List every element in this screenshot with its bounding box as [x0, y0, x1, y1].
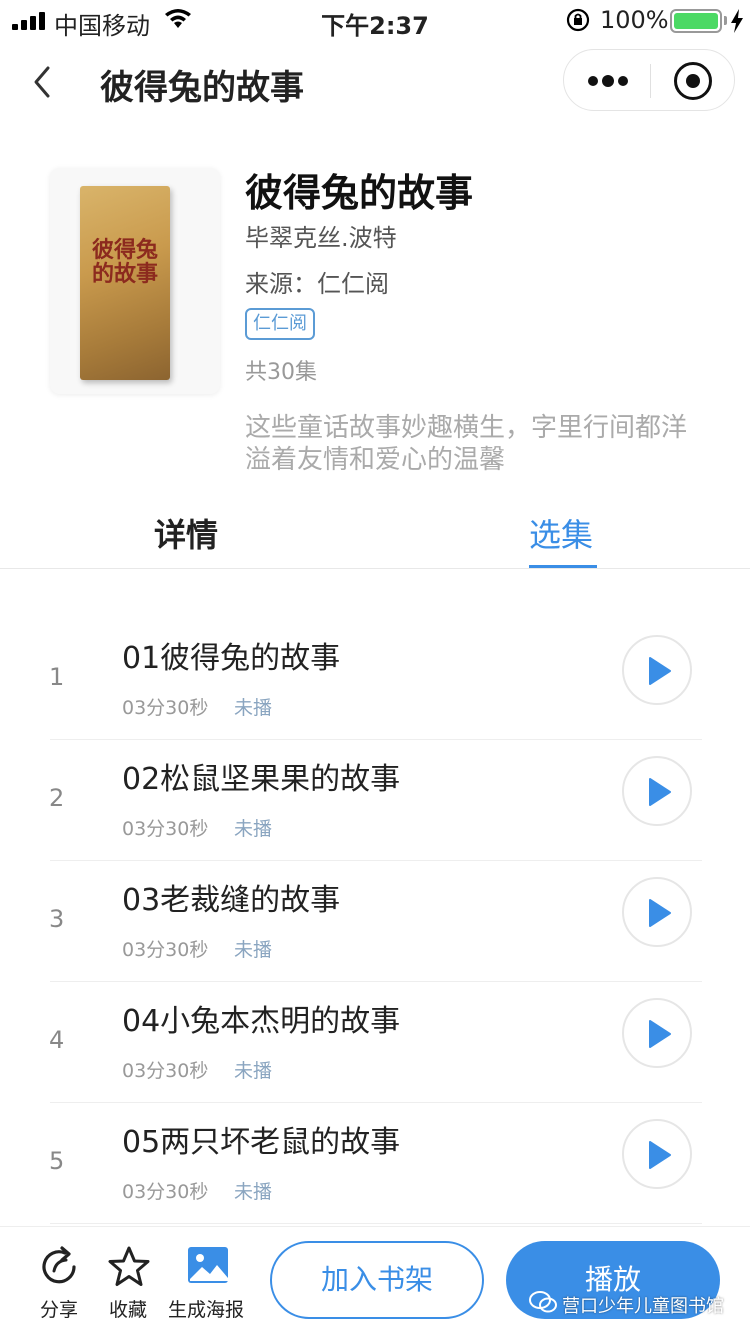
poster-image-icon[interactable] [186, 1245, 230, 1285]
play-icon [649, 1020, 671, 1048]
episode-title: 04小兔本杰明的故事 [122, 1004, 401, 1039]
episode-status: 未播 [234, 1060, 273, 1082]
book-author: 毕翠克丝.波特 [245, 224, 397, 252]
share-icon[interactable] [38, 1245, 82, 1289]
miniprogram-capsule [563, 49, 735, 111]
episode-title: 03老裁缝的故事 [122, 883, 341, 918]
episode-row[interactable]: 4 04小兔本杰明的故事 03分30秒 未播 [0, 982, 750, 1103]
rotation-lock-icon [566, 8, 590, 32]
episode-index: 2 [49, 784, 65, 812]
play-icon [649, 899, 671, 927]
episode-title: 01彼得兔的故事 [122, 641, 341, 676]
page-title: 彼得兔的故事 [100, 68, 304, 108]
episode-status: 未播 [234, 939, 273, 961]
star-icon[interactable] [106, 1245, 152, 1289]
book-cover-card: 彼得兔的故事 [50, 168, 220, 394]
episode-duration: 03分30秒 [122, 1060, 209, 1082]
add-to-shelf-button[interactable]: 加入书架 [270, 1241, 484, 1319]
battery-percent: 100% [600, 6, 669, 34]
book-cover-image: 彼得兔的故事 [80, 186, 170, 380]
poster-label[interactable]: 生成海报 [168, 1295, 244, 1322]
charging-icon [731, 9, 743, 33]
favorite-label[interactable]: 收藏 [109, 1295, 147, 1322]
wechat-icon [529, 1291, 557, 1313]
episode-duration: 03分30秒 [122, 818, 209, 840]
episode-index: 4 [49, 1026, 65, 1054]
book-description: 这些童话故事妙趣横生，字里行间都洋溢着友情和爱心的温馨 [245, 413, 688, 475]
episode-title: 02松鼠坚果果的故事 [122, 762, 401, 797]
tab-episodes[interactable]: 选集 [529, 510, 593, 556]
cover-title: 彼得兔的故事 [91, 237, 158, 287]
battery-icon [670, 9, 722, 33]
more-icon[interactable] [588, 72, 628, 90]
episode-index: 5 [49, 1147, 65, 1175]
close-miniprogram-icon[interactable] [674, 62, 712, 100]
episode-status: 未播 [234, 818, 273, 840]
episode-row[interactable]: 2 02松鼠坚果果的故事 03分30秒 未播 [0, 740, 750, 861]
play-button[interactable] [622, 756, 692, 826]
tab-details[interactable]: 详情 [154, 510, 218, 556]
episode-duration: 03分30秒 [122, 1181, 209, 1203]
episode-duration: 03分30秒 [122, 697, 209, 719]
status-bar: 中国移动 下午2:37 100% [0, 0, 750, 40]
back-icon[interactable] [26, 62, 66, 102]
book-title: 彼得兔的故事 [245, 171, 474, 215]
book-source: 来源：仁仁阅 [245, 270, 389, 298]
source-tag[interactable]: 仁仁阅 [245, 308, 315, 340]
play-button[interactable] [622, 877, 692, 947]
episode-title: 05两只坏老鼠的故事 [122, 1125, 401, 1160]
play-button[interactable] [622, 635, 692, 705]
episode-row[interactable]: 5 05两只坏老鼠的故事 03分30秒 未播 [0, 1103, 750, 1224]
divider [0, 568, 750, 569]
play-icon [649, 1141, 671, 1169]
episode-status: 未播 [234, 697, 273, 719]
episode-count: 共30集 [245, 360, 317, 385]
play-icon [649, 657, 671, 685]
episode-duration: 03分30秒 [122, 939, 209, 961]
episode-index: 1 [49, 663, 65, 691]
episode-status: 未播 [234, 1181, 273, 1203]
play-button[interactable] [622, 998, 692, 1068]
episode-index: 3 [49, 905, 65, 933]
play-icon [649, 778, 671, 806]
play-button[interactable] [622, 1119, 692, 1189]
watermark-text: 营口少年儿童图书馆 [562, 1296, 724, 1317]
episode-row[interactable]: 3 03老裁缝的故事 03分30秒 未播 [0, 861, 750, 982]
episode-row[interactable]: 1 01彼得兔的故事 03分30秒 未播 [0, 619, 750, 740]
share-label[interactable]: 分享 [40, 1295, 78, 1322]
